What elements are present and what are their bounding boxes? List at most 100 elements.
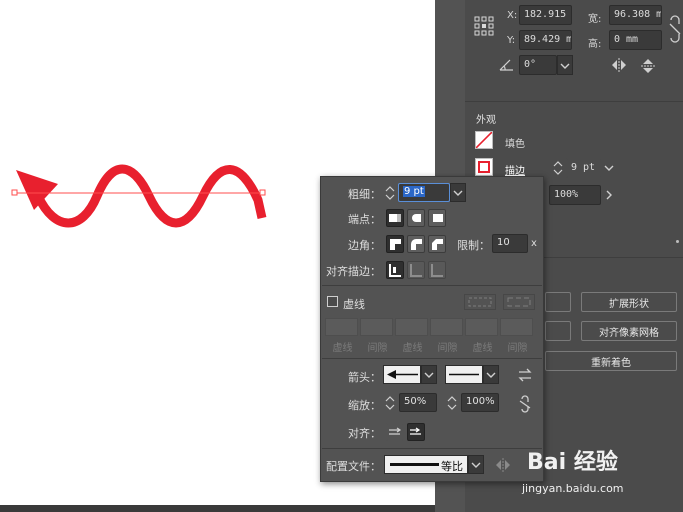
bevel-join-button[interactable] [428, 235, 446, 253]
appearance-title: 外观 [476, 115, 496, 126]
dash-2-label: 虚线 [402, 343, 423, 354]
flip-vertical-icon[interactable] [641, 58, 655, 74]
height-label: 高: [588, 39, 602, 50]
watermark-url: jingyan.baidu.com [522, 482, 624, 495]
more-options-dot[interactable] [676, 240, 679, 243]
end-scale-stepper[interactable] [447, 393, 457, 413]
gap-1-label: 间隙 [367, 343, 388, 354]
butt-cap-button[interactable] [386, 209, 404, 227]
round-join-button[interactable] [407, 235, 425, 253]
limit-label: 限制： [457, 239, 490, 252]
rotate-angle-icon [499, 57, 515, 71]
cap-label: 端点： [348, 213, 381, 226]
gap-3-input[interactable] [500, 318, 533, 336]
stroke-label-link[interactable]: 描边 [505, 162, 525, 177]
x-field[interactable]: 182.915 [519, 5, 572, 25]
stroke-weight-field[interactable]: 9 pt [566, 158, 602, 178]
miter-join-button[interactable] [386, 235, 404, 253]
dash-1-input[interactable] [325, 318, 358, 336]
arrow-tip-beyond-end-button[interactable] [386, 423, 404, 441]
align-pixel-grid-button[interactable]: 对齐像素网格 [581, 321, 677, 341]
swap-arrowheads-icon[interactable] [517, 367, 533, 383]
align-stroke-center-button[interactable] [386, 261, 404, 279]
end-arrowhead-select[interactable] [445, 365, 483, 384]
arrow-tip-at-end-button[interactable] [407, 423, 425, 441]
fill-swatch[interactable] [475, 131, 493, 149]
wavy-stroke-path[interactable] [33, 164, 267, 228]
dash-3-label: 虚线 [472, 343, 493, 354]
limit-unit: x [531, 238, 537, 249]
round-cap-button[interactable] [407, 209, 425, 227]
align-stroke-inside-button[interactable] [407, 261, 425, 279]
partial-button-left-1[interactable] [545, 292, 571, 312]
dash-preserve-button[interactable] [464, 294, 496, 310]
rotate-dropdown[interactable] [557, 55, 573, 75]
align-stroke-outside-button[interactable] [428, 261, 446, 279]
start-scale-input[interactable]: 50% [399, 393, 437, 412]
width-field[interactable]: 96.308 m [609, 5, 662, 25]
weight-input-selected-text: 9 pt [403, 186, 425, 197]
flip-horizontal-icon[interactable] [611, 58, 627, 72]
stroke-weight-stepper[interactable] [553, 158, 563, 178]
gap-2-input[interactable] [430, 318, 463, 336]
gap-1-input[interactable] [360, 318, 393, 336]
partial-button-left-2[interactable] [545, 321, 571, 341]
flip-profile-icon[interactable] [495, 458, 511, 472]
opacity-field[interactable]: 100% [549, 185, 601, 205]
arrowheads-label: 箭头： [348, 371, 381, 384]
y-field[interactable]: 89.429 m [519, 30, 572, 50]
weight-input[interactable]: 9 pt [398, 183, 450, 202]
width-profile-dropdown[interactable] [468, 455, 484, 474]
section-divider [465, 101, 683, 102]
dash-2-input[interactable] [395, 318, 428, 336]
popup-divider [322, 285, 542, 286]
opacity-expand-chevron[interactable] [602, 185, 616, 205]
start-scale-stepper[interactable] [385, 393, 395, 413]
dash-gap-fields [325, 318, 533, 336]
corner-label: 边角： [348, 239, 381, 252]
gap-2-label: 间隙 [437, 343, 458, 354]
start-arrowhead-select[interactable] [383, 365, 421, 384]
dashed-label: 虚线 [343, 298, 365, 311]
limit-input[interactable]: 10 [492, 234, 528, 253]
reference-point-icon[interactable] [474, 16, 494, 36]
baidu-jingyan-watermark-logo: Bai 经验 [527, 444, 677, 480]
weight-stepper[interactable] [385, 183, 395, 203]
selection-handle-right[interactable] [259, 189, 266, 196]
constrain-proportions-icon[interactable] [668, 14, 682, 44]
y-label: Y: [507, 35, 516, 46]
popup-divider [322, 358, 542, 359]
scale-label: 缩放： [348, 399, 381, 412]
expand-shape-button[interactable]: 扩展形状 [581, 292, 677, 312]
x-label: X: [507, 10, 518, 21]
end-scale-input[interactable]: 100% [461, 393, 499, 412]
align-stroke-label: 对齐描边： [326, 265, 381, 278]
width-profile-select[interactable]: 等比 [384, 455, 468, 474]
arrowhead-shape [16, 170, 58, 210]
selection-handle-left[interactable] [11, 189, 18, 196]
end-arrowhead-dropdown[interactable] [483, 365, 499, 384]
dashed-checkbox[interactable] [327, 296, 338, 307]
recolor-button[interactable]: 重新着色 [545, 351, 677, 371]
canvas-status-strip [0, 505, 435, 512]
stroke-weight-dropdown[interactable] [602, 158, 616, 178]
width-label: 宽: [588, 14, 602, 25]
gap-3-label: 间隙 [507, 343, 528, 354]
projecting-cap-button[interactable] [428, 209, 446, 227]
dash-3-input[interactable] [465, 318, 498, 336]
fill-label[interactable]: 填色 [505, 135, 525, 150]
weight-dropdown[interactable] [450, 183, 466, 202]
link-scale-icon[interactable] [517, 395, 533, 413]
rotate-field[interactable]: 0° [519, 55, 557, 75]
popup-divider [322, 448, 542, 449]
stroke-swatch[interactable] [475, 158, 493, 176]
width-profile-value: 等比 [441, 460, 463, 473]
watermark-logo-text: Bai 经验 [527, 450, 618, 475]
weight-label: 粗细： [348, 188, 381, 201]
dash-align-corners-button[interactable] [503, 294, 535, 310]
dash-gap-labels: 虚线 间隙 虚线 间隙 虚线 间隙 [325, 339, 535, 354]
align-arrowheads-label: 对齐： [348, 427, 381, 440]
height-field[interactable]: 0 mm [609, 30, 662, 50]
profile-label: 配置文件： [326, 460, 381, 473]
start-arrowhead-dropdown[interactable] [421, 365, 437, 384]
